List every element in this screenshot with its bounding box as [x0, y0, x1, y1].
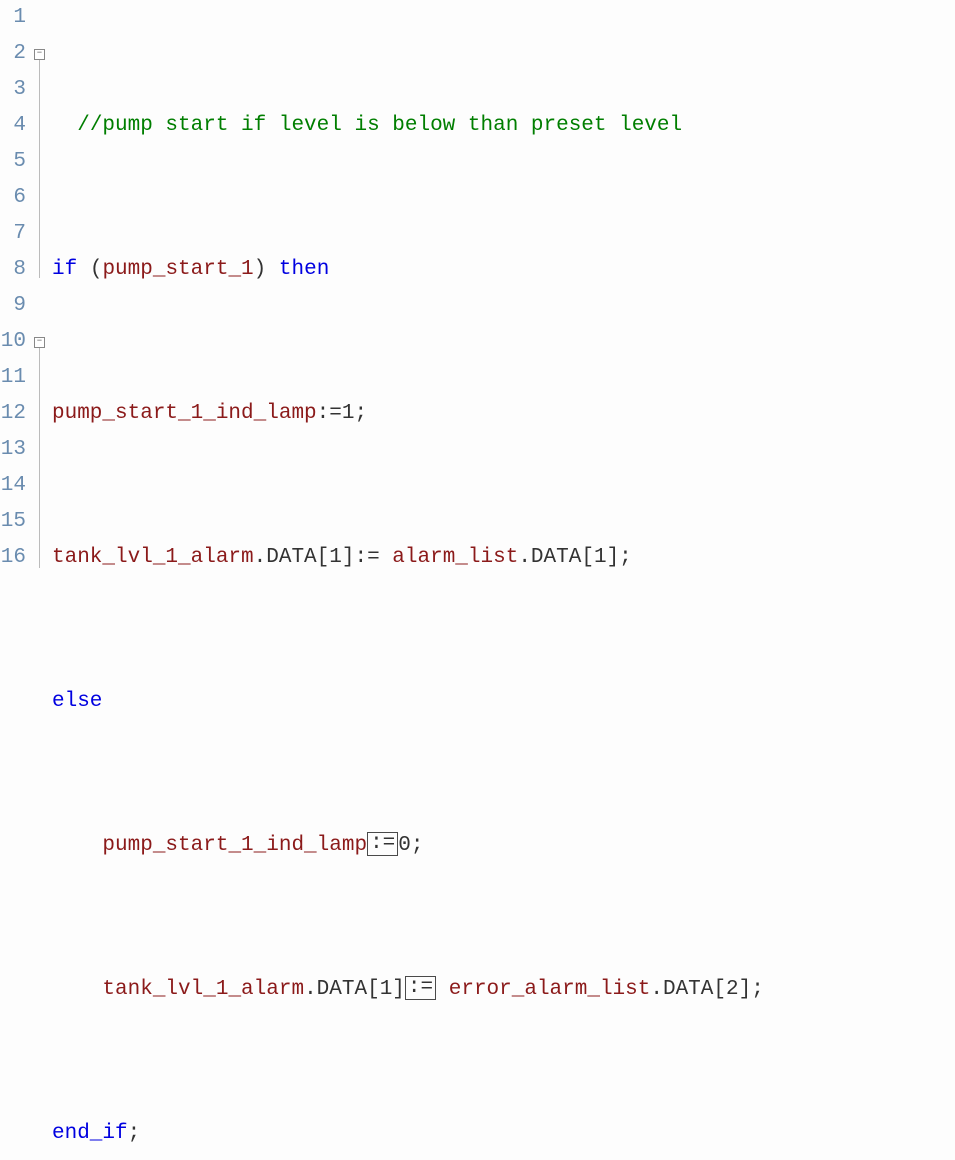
line-number: 9: [0, 288, 26, 324]
line-number: 15: [0, 504, 26, 540]
identifier-token: pump_start_1_ind_lamp: [102, 834, 367, 857]
identifier-token: pump_start_1: [102, 258, 253, 281]
line-number: 5: [0, 144, 26, 180]
number-token: 1: [380, 978, 393, 1001]
punct-token: .DATA[: [650, 978, 726, 1001]
boxed-assign-icon: :=: [405, 976, 436, 1000]
number-token: 1: [594, 546, 607, 569]
punct-token: ;: [354, 402, 367, 425]
fold-collapse-icon[interactable]: [34, 337, 45, 348]
punct-token: ];: [607, 546, 632, 569]
keyword-token: else: [52, 690, 102, 713]
number-token: 0: [398, 834, 411, 857]
punct-token: ]:=: [342, 546, 392, 569]
punct-token: ;: [128, 1122, 141, 1145]
code-line[interactable]: tank_lvl_1_alarm.DATA[1]:= alarm_list.DA…: [52, 540, 955, 576]
code-line[interactable]: if (pump_start_1) then: [52, 252, 955, 288]
line-number: 14: [0, 468, 26, 504]
number-token: 1: [342, 402, 355, 425]
fold-collapse-icon[interactable]: [34, 49, 45, 60]
line-number: 6: [0, 180, 26, 216]
punct-token: ]: [392, 978, 405, 1001]
code-line[interactable]: tank_lvl_1_alarm.DATA[1]:= error_alarm_l…: [52, 972, 955, 1008]
number-token: 2: [726, 978, 739, 1001]
punct-token: .DATA[: [304, 978, 380, 1001]
line-number: 16: [0, 540, 26, 576]
line-number: 8: [0, 252, 26, 288]
code-area[interactable]: //pump start if level is below than pres…: [52, 0, 955, 580]
punct-token: :=: [317, 402, 342, 425]
code-line[interactable]: pump_start_1_ind_lamp:=1;: [52, 396, 955, 432]
code-line[interactable]: else: [52, 684, 955, 720]
fold-gutter: [32, 0, 52, 580]
identifier-token: alarm_list: [392, 546, 518, 569]
fold-guide-line: [39, 60, 40, 278]
number-token: 1: [329, 546, 342, 569]
line-number-gutter: 1 2 3 4 5 6 7 8 9 10 11 12 13 14 15 16: [0, 0, 32, 580]
identifier-token: tank_lvl_1_alarm: [102, 978, 304, 1001]
keyword-token: end_if: [52, 1122, 128, 1145]
comment-token: //pump start if level is below than pres…: [52, 114, 682, 137]
line-number: 11: [0, 360, 26, 396]
keyword-token: if: [52, 258, 77, 281]
identifier-token: tank_lvl_1_alarm: [52, 546, 254, 569]
code-editor[interactable]: 1 2 3 4 5 6 7 8 9 10 11 12 13 14 15 16 /…: [0, 0, 955, 580]
punct-token: ];: [739, 978, 764, 1001]
punct-token: (: [77, 258, 102, 281]
boxed-assign-icon: :=: [367, 832, 398, 856]
line-number: 13: [0, 432, 26, 468]
line-number: 2: [0, 36, 26, 72]
punct-token: ): [254, 258, 279, 281]
punct-token: .DATA[: [254, 546, 330, 569]
keyword-token: then: [279, 258, 329, 281]
code-line[interactable]: end_if;: [52, 1116, 955, 1152]
code-line[interactable]: //pump start if level is below than pres…: [52, 108, 955, 144]
space: [436, 978, 449, 1001]
line-number: 4: [0, 108, 26, 144]
punct-token: ;: [411, 834, 424, 857]
identifier-token: error_alarm_list: [449, 978, 651, 1001]
line-number: 1: [0, 0, 26, 36]
identifier-token: pump_start_1_ind_lamp: [52, 402, 317, 425]
code-line[interactable]: pump_start_1_ind_lamp:=0;: [52, 828, 955, 864]
line-number: 3: [0, 72, 26, 108]
indent: [52, 834, 102, 857]
fold-guide-line: [39, 348, 40, 568]
line-number: 10: [0, 324, 26, 360]
line-number: 7: [0, 216, 26, 252]
line-number: 12: [0, 396, 26, 432]
punct-token: .DATA[: [518, 546, 594, 569]
indent: [52, 978, 102, 1001]
